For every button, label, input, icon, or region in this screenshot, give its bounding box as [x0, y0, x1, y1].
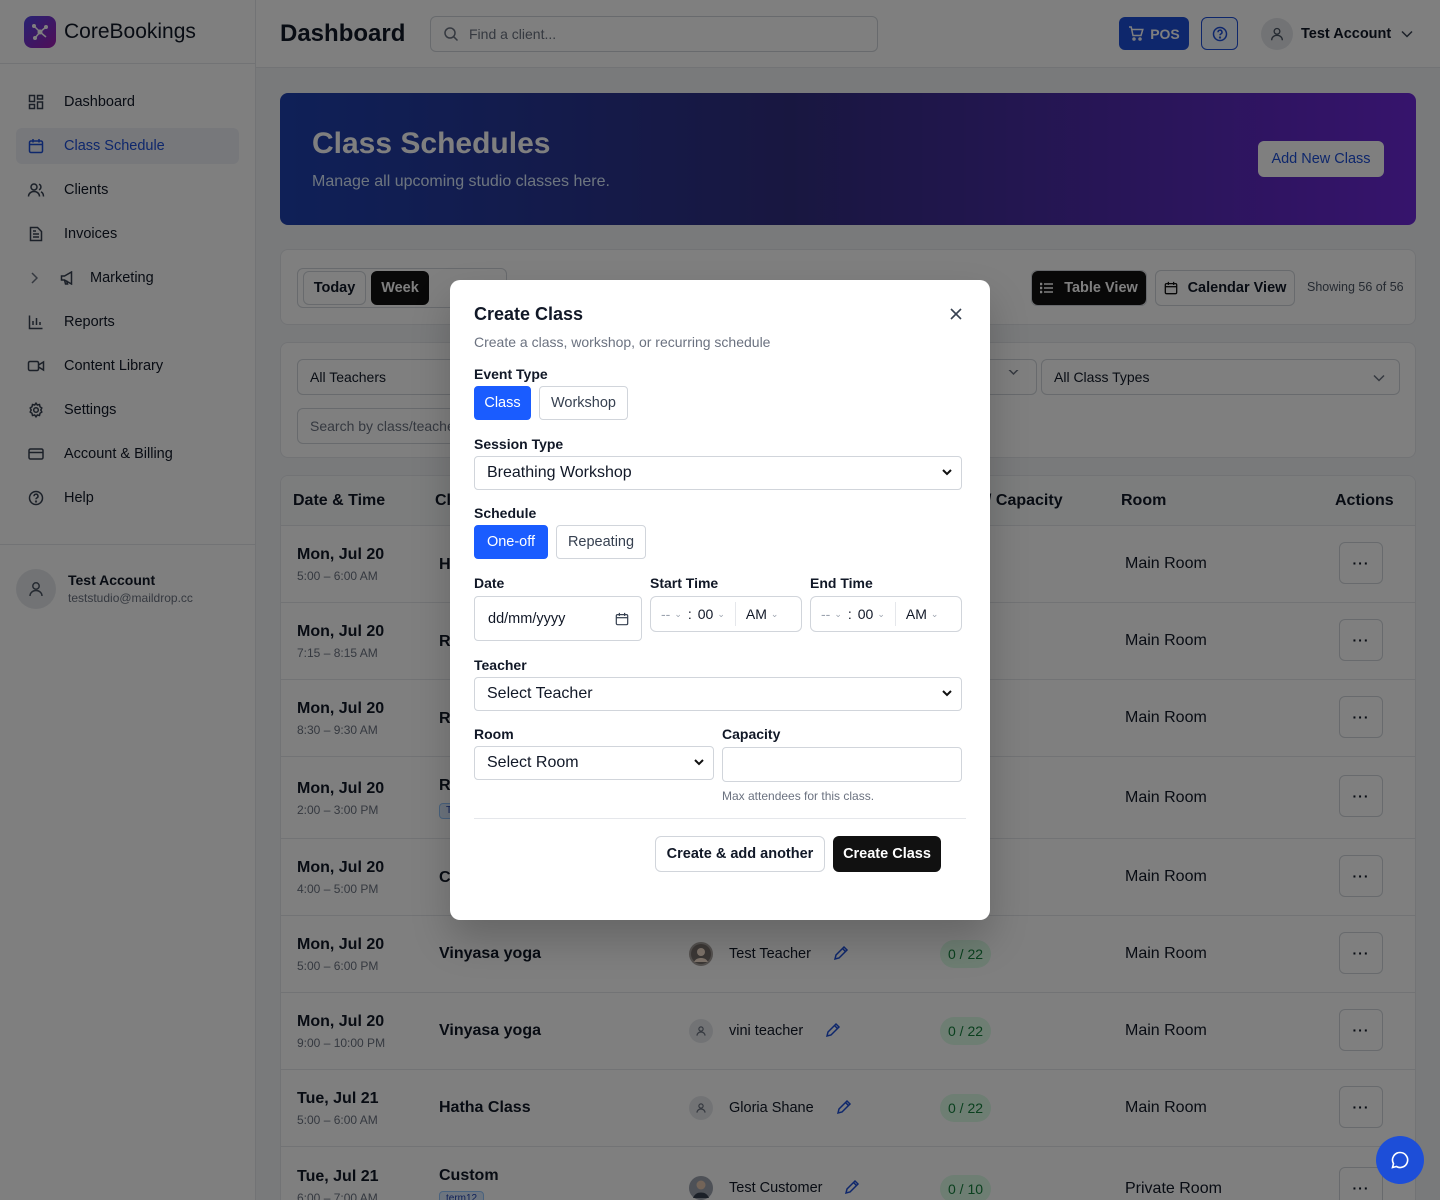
dialog-subtitle: Create a class, workshop, or recurring s…: [474, 334, 771, 350]
event-type-class-button[interactable]: Class: [474, 386, 531, 420]
end-time-label: End Time: [810, 575, 873, 591]
dialog-divider: [474, 818, 966, 819]
chevron-down-icon: [942, 690, 952, 697]
start-ampm-select[interactable]: AM ⌄: [746, 606, 779, 622]
create-class-button[interactable]: Create Class: [833, 836, 941, 872]
capacity-label: Capacity: [722, 726, 781, 742]
session-type-label: Session Type: [474, 436, 564, 452]
date-input[interactable]: dd/mm/yyyy: [474, 596, 642, 641]
room-label: Room: [474, 726, 514, 742]
room-value: Select Room: [487, 754, 579, 771]
schedule-repeating-button[interactable]: Repeating: [556, 525, 646, 559]
start-time-label: Start Time: [650, 575, 719, 591]
end-ampm-select[interactable]: AM ⌄: [906, 606, 939, 622]
event-type-workshop-button[interactable]: Workshop: [539, 386, 628, 420]
chat-icon: [1391, 1151, 1409, 1169]
teacher-label: Teacher: [474, 657, 527, 673]
close-icon[interactable]: [948, 306, 964, 322]
session-type-value: Breathing Workshop: [487, 464, 632, 481]
end-minute-select[interactable]: 00 ⌄: [858, 606, 885, 622]
chevron-down-icon: [942, 469, 952, 476]
schedule-one-off-button[interactable]: One-off: [474, 525, 548, 559]
create-and-add-another-button[interactable]: Create & add another: [655, 836, 825, 872]
end-hour-select[interactable]: -- ⌄: [821, 606, 842, 622]
capacity-hint: Max attendees for this class.: [722, 789, 875, 803]
start-time-input[interactable]: -- ⌄ : 00 ⌄ AM ⌄: [650, 596, 802, 632]
start-minute-select[interactable]: 00 ⌄: [698, 606, 725, 622]
time-separator: :: [687, 606, 692, 622]
date-placeholder: dd/mm/yyyy: [488, 610, 566, 627]
chevron-down-icon: [694, 759, 704, 766]
end-time-input[interactable]: -- ⌄ : 00 ⌄ AM ⌄: [810, 596, 962, 632]
schedule-label: Schedule: [474, 505, 537, 521]
room-select[interactable]: Select Room: [474, 746, 714, 780]
dialog-title: Create Class: [474, 304, 584, 324]
create-class-dialog: Create Class Create a class, workshop, o…: [450, 280, 990, 920]
session-type-select[interactable]: Breathing Workshop: [474, 456, 962, 490]
chat-launcher-button[interactable]: [1376, 1136, 1424, 1184]
time-separator: :: [847, 606, 852, 622]
teacher-value: Select Teacher: [487, 685, 593, 702]
calendar-icon: [615, 612, 629, 626]
date-label: Date: [474, 575, 505, 591]
event-type-label: Event Type: [474, 366, 548, 382]
start-hour-select[interactable]: -- ⌄: [661, 606, 682, 622]
teacher-select[interactable]: Select Teacher: [474, 677, 962, 711]
capacity-input[interactable]: [722, 747, 962, 782]
